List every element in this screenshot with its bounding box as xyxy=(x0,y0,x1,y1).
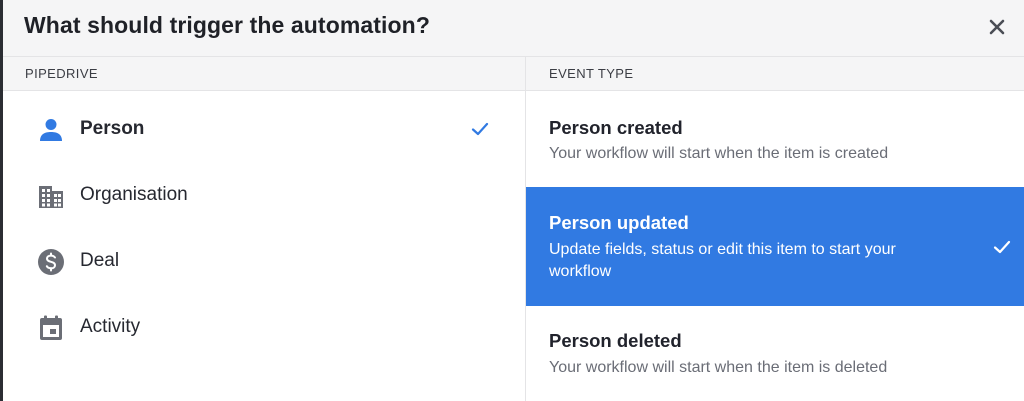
event-type-column-header: EVENT TYPE xyxy=(526,57,1024,91)
building-icon xyxy=(39,186,63,208)
close-button[interactable] xyxy=(984,14,1010,40)
entity-label: Person xyxy=(80,118,145,139)
event-item-person-deleted[interactable]: Person deleted Your workflow will start … xyxy=(526,306,1024,401)
modal-title: What should trigger the automation? xyxy=(24,12,430,38)
event-description: Update fields, status or edit this item … xyxy=(549,241,896,280)
check-icon xyxy=(471,122,489,136)
trigger-modal: What should trigger the automation? PIPE… xyxy=(0,0,1024,401)
entity-label: Organisation xyxy=(80,184,188,205)
calendar-icon xyxy=(40,315,62,340)
entity-item-person[interactable]: Person xyxy=(3,96,525,162)
entity-item-activity[interactable]: Activity xyxy=(3,294,525,360)
modal-header: What should trigger the automation? xyxy=(3,0,1024,57)
check-icon xyxy=(993,240,1011,254)
entity-label: Deal xyxy=(80,250,120,271)
pipedrive-column-header: PIPEDRIVE xyxy=(3,57,525,91)
event-title: Person updated xyxy=(549,212,689,233)
close-icon xyxy=(989,19,1005,35)
event-title: Person deleted xyxy=(549,330,682,351)
event-item-person-updated[interactable]: Person updated Update fields, status or … xyxy=(526,187,1024,306)
entity-label: Activity xyxy=(80,316,141,337)
entity-item-organisation[interactable]: Organisation xyxy=(3,162,525,228)
person-icon xyxy=(40,119,62,141)
event-item-person-created[interactable]: Person created Your workflow will start … xyxy=(526,92,1024,187)
event-description: Your workflow will start when the item i… xyxy=(549,359,888,376)
event-description: Your workflow will start when the item i… xyxy=(549,145,889,162)
event-title: Person created xyxy=(549,117,683,138)
dollar-coin-icon xyxy=(38,249,64,275)
entity-item-deal[interactable]: Deal xyxy=(3,228,525,294)
